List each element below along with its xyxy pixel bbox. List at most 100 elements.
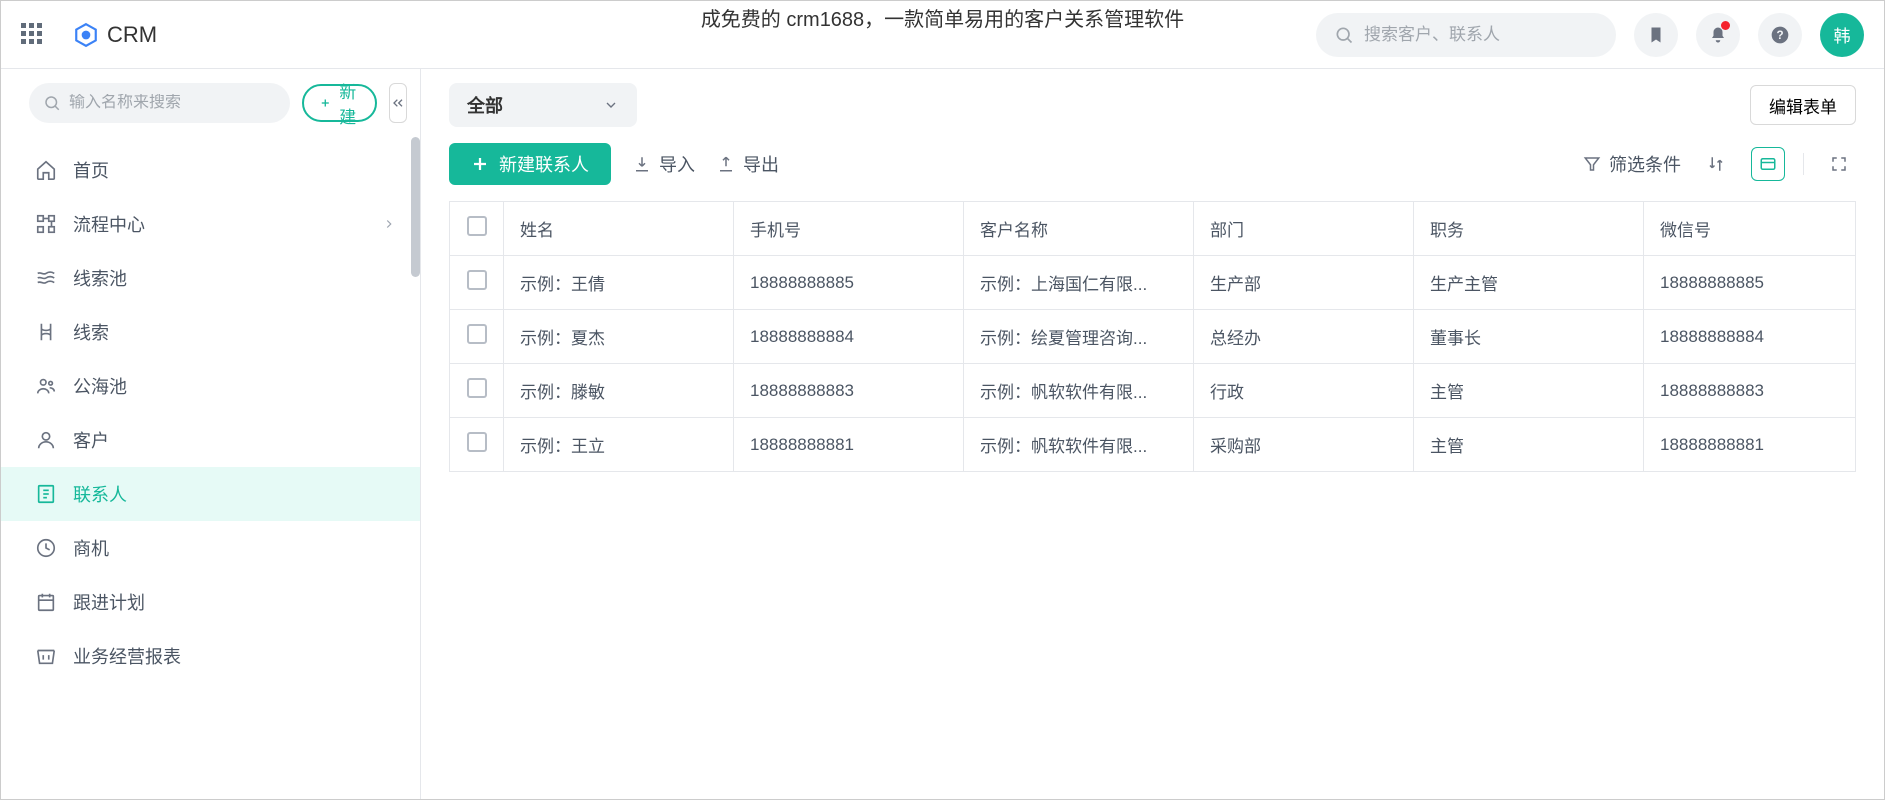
table-row[interactable]: 示例：夏杰 18888888884 示例：绘夏管理咨询... 总经办 董事长 1… bbox=[450, 310, 1856, 364]
global-search[interactable] bbox=[1316, 13, 1616, 57]
notifications-button[interactable] bbox=[1696, 13, 1740, 57]
export-button[interactable]: 导出 bbox=[717, 151, 779, 177]
cell-dept[interactable]: 行政 bbox=[1194, 364, 1414, 418]
column-header[interactable]: 职务 bbox=[1414, 202, 1644, 256]
cell-name[interactable]: 示例：夏杰 bbox=[504, 310, 734, 364]
cell-dept[interactable]: 总经办 bbox=[1194, 310, 1414, 364]
nav-item-label: 联系人 bbox=[73, 481, 127, 507]
nav-item-label: 业务经营报表 bbox=[73, 643, 181, 669]
nav-item-home[interactable]: 首页 bbox=[1, 143, 420, 197]
cell-customer[interactable]: 示例：帆软软件有限... bbox=[964, 418, 1194, 472]
cell-customer[interactable]: 示例：帆软软件有限... bbox=[964, 364, 1194, 418]
import-icon bbox=[633, 155, 651, 173]
collapse-sidebar-button[interactable] bbox=[389, 83, 407, 123]
fullscreen-button[interactable] bbox=[1822, 147, 1856, 181]
row-select-cell[interactable] bbox=[450, 310, 504, 364]
sort-button[interactable] bbox=[1699, 147, 1733, 181]
help-icon: ? bbox=[1770, 25, 1790, 45]
cell-name[interactable]: 示例：王倩 bbox=[504, 256, 734, 310]
help-button[interactable]: ? bbox=[1758, 13, 1802, 57]
chevron-down-icon bbox=[603, 97, 619, 113]
table-row[interactable]: 示例：王倩 18888888885 示例：上海国仁有限... 生产部 生产主管 … bbox=[450, 256, 1856, 310]
new-contact-button[interactable]: 新建联系人 bbox=[449, 143, 611, 185]
cell-wechat[interactable]: 18888888881 bbox=[1644, 418, 1856, 472]
nav-item-lead[interactable]: 线索 bbox=[1, 305, 420, 359]
bell-icon bbox=[1709, 26, 1727, 44]
select-all-cell[interactable] bbox=[450, 202, 504, 256]
opportunity-icon bbox=[35, 537, 57, 559]
edit-form-button[interactable]: 编辑表单 bbox=[1750, 85, 1856, 125]
cell-dept[interactable]: 生产部 bbox=[1194, 256, 1414, 310]
column-header[interactable]: 手机号 bbox=[734, 202, 964, 256]
home-icon bbox=[35, 159, 57, 181]
cell-phone[interactable]: 18888888884 bbox=[734, 310, 964, 364]
filter-conditions-button[interactable]: 筛选条件 bbox=[1583, 151, 1681, 177]
cell-wechat[interactable]: 18888888885 bbox=[1644, 256, 1856, 310]
row-select-cell[interactable] bbox=[450, 418, 504, 472]
main-content: 全部 编辑表单 新建联系人 导入 导出 筛选条件 bbox=[421, 69, 1884, 799]
view-filter-label: 全部 bbox=[467, 92, 503, 118]
table-row[interactable]: 示例：滕敏 18888888883 示例：帆软软件有限... 行政 主管 188… bbox=[450, 364, 1856, 418]
checkbox-icon[interactable] bbox=[467, 270, 487, 290]
nav-item-public[interactable]: 公海池 bbox=[1, 359, 420, 413]
nav-item-process[interactable]: 流程中心 bbox=[1, 197, 420, 251]
new-button[interactable]: 新建 bbox=[302, 84, 377, 122]
filter-conditions-label: 筛选条件 bbox=[1609, 151, 1681, 177]
svg-text:?: ? bbox=[1776, 29, 1783, 42]
cell-name[interactable]: 示例：滕敏 bbox=[504, 364, 734, 418]
sidebar-scrollbar[interactable] bbox=[411, 137, 420, 277]
nav-item-pool[interactable]: 线索池 bbox=[1, 251, 420, 305]
nav-item-label: 首页 bbox=[73, 157, 109, 183]
row-select-cell[interactable] bbox=[450, 364, 504, 418]
cell-wechat[interactable]: 18888888883 bbox=[1644, 364, 1856, 418]
cell-position[interactable]: 董事长 bbox=[1414, 310, 1644, 364]
customer-icon bbox=[35, 429, 57, 451]
checkbox-icon[interactable] bbox=[467, 378, 487, 398]
global-search-input[interactable] bbox=[1364, 25, 1598, 45]
import-button[interactable]: 导入 bbox=[633, 151, 695, 177]
nav-item-customer[interactable]: 客户 bbox=[1, 413, 420, 467]
column-header[interactable]: 微信号 bbox=[1644, 202, 1856, 256]
sidebar-search-input[interactable] bbox=[69, 94, 276, 112]
new-contact-label: 新建联系人 bbox=[499, 151, 589, 177]
cell-position[interactable]: 生产主管 bbox=[1414, 256, 1644, 310]
cell-customer[interactable]: 示例：绘夏管理咨询... bbox=[964, 310, 1194, 364]
apps-menu-icon[interactable] bbox=[21, 23, 45, 47]
sidebar-search[interactable] bbox=[29, 83, 290, 123]
view-filter-dropdown[interactable]: 全部 bbox=[449, 83, 637, 127]
nav-item-opportunity[interactable]: 商机 bbox=[1, 521, 420, 575]
card-view-button[interactable] bbox=[1751, 147, 1785, 181]
column-header[interactable]: 姓名 bbox=[504, 202, 734, 256]
cell-wechat[interactable]: 18888888884 bbox=[1644, 310, 1856, 364]
cell-customer[interactable]: 示例：上海国仁有限... bbox=[964, 256, 1194, 310]
table-row[interactable]: 示例：王立 18888888881 示例：帆软软件有限... 采购部 主管 18… bbox=[450, 418, 1856, 472]
column-header[interactable]: 部门 bbox=[1194, 202, 1414, 256]
cell-dept[interactable]: 采购部 bbox=[1194, 418, 1414, 472]
brand[interactable]: CRM bbox=[73, 22, 157, 48]
cell-phone[interactable]: 18888888881 bbox=[734, 418, 964, 472]
bookmark-button[interactable] bbox=[1634, 13, 1678, 57]
checkbox-icon[interactable] bbox=[467, 216, 487, 236]
export-label: 导出 bbox=[743, 151, 779, 177]
card-view-icon bbox=[1759, 155, 1777, 173]
cell-phone[interactable]: 18888888885 bbox=[734, 256, 964, 310]
checkbox-icon[interactable] bbox=[467, 324, 487, 344]
brand-logo-icon bbox=[73, 22, 99, 48]
user-avatar[interactable]: 韩 bbox=[1820, 13, 1864, 57]
search-icon bbox=[1334, 25, 1354, 45]
cell-position[interactable]: 主管 bbox=[1414, 364, 1644, 418]
filter-icon bbox=[1583, 155, 1601, 173]
nav-item-plan[interactable]: 跟进计划 bbox=[1, 575, 420, 629]
cell-name[interactable]: 示例：王立 bbox=[504, 418, 734, 472]
nav-item-contact[interactable]: 联系人 bbox=[1, 467, 420, 521]
row-select-cell[interactable] bbox=[450, 256, 504, 310]
topbar: CRM ? 韩 bbox=[1, 1, 1884, 69]
cell-phone[interactable]: 18888888883 bbox=[734, 364, 964, 418]
checkbox-icon[interactable] bbox=[467, 432, 487, 452]
nav-item-report[interactable]: 业务经营报表 bbox=[1, 629, 420, 683]
search-icon bbox=[43, 94, 61, 112]
sidebar-nav: 首页 流程中心 线索池 线索 公海池 客户 联系人 商机 跟进计划 业务经营报表 bbox=[1, 137, 420, 799]
column-header[interactable]: 客户名称 bbox=[964, 202, 1194, 256]
cell-position[interactable]: 主管 bbox=[1414, 418, 1644, 472]
process-icon bbox=[35, 213, 57, 235]
